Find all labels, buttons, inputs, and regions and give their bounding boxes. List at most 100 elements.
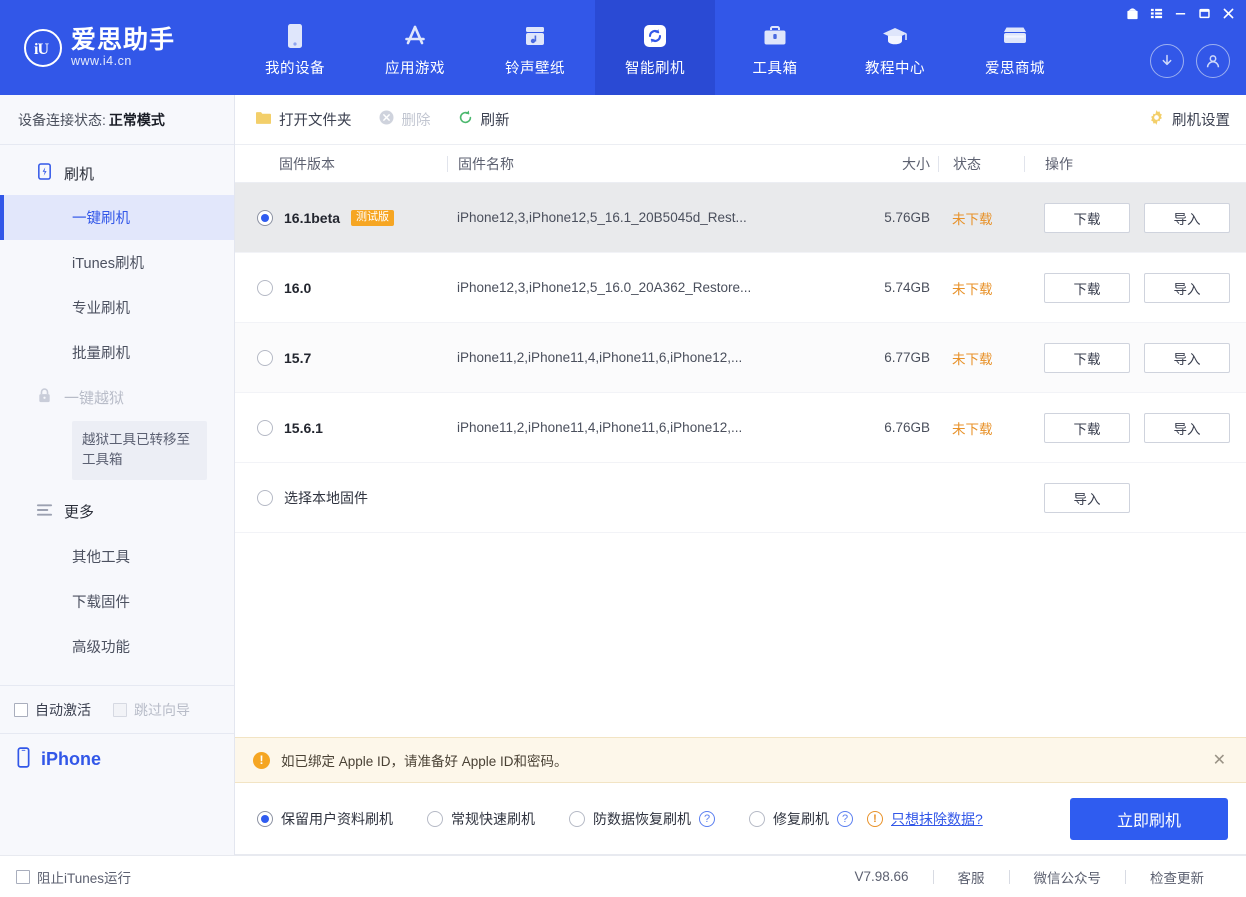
option-normal-fast-flash[interactable]: 常规快速刷机 xyxy=(427,809,535,829)
beta-badge: 测试版 xyxy=(351,210,394,226)
row-radio[interactable] xyxy=(257,280,273,296)
column-header-name: 固件名称 xyxy=(447,156,842,172)
sidebar-item-download-firmware[interactable]: 下载固件 xyxy=(0,579,234,624)
import-button[interactable]: 导入 xyxy=(1144,343,1230,373)
flash-now-button[interactable]: 立即刷机 xyxy=(1070,798,1228,840)
main-content: 打开文件夹 删除 刷新 xyxy=(235,95,1246,855)
import-button[interactable]: 导入 xyxy=(1144,203,1230,233)
flash-settings-button[interactable]: 刷机设置 xyxy=(1148,109,1230,130)
column-header-version: 固件版本 xyxy=(235,154,447,174)
sidebar-item-one-key-flash[interactable]: 一键刷机 xyxy=(0,195,234,240)
sidebar-group-flash[interactable]: 刷机 xyxy=(0,151,234,195)
table-row[interactable]: 15.6.1 iPhone11,2,iPhone11,4,iPhone11,6,… xyxy=(235,393,1246,463)
row-radio[interactable] xyxy=(257,350,273,366)
maximize-icon[interactable] xyxy=(1192,2,1216,24)
open-folder-button[interactable]: 打开文件夹 xyxy=(255,109,352,130)
folder-icon xyxy=(255,110,272,129)
sidebar-item-label: 高级功能 xyxy=(72,636,130,657)
close-icon[interactable] xyxy=(1216,2,1240,24)
toolbox-icon xyxy=(761,22,789,50)
download-button[interactable]: 下载 xyxy=(1044,273,1130,303)
connected-device-iphone[interactable]: iPhone xyxy=(0,733,234,785)
refresh-button[interactable]: 刷新 xyxy=(457,109,510,130)
row-size: 6.76GB xyxy=(842,420,938,435)
row-version-cell: 15.6.1 xyxy=(235,420,447,436)
delete-label: 删除 xyxy=(402,109,431,130)
row-ops: 下载 导入 xyxy=(1024,413,1246,443)
svg-text:iU: iU xyxy=(34,41,49,58)
row-radio[interactable] xyxy=(257,210,273,226)
row-version: 16.1beta xyxy=(284,210,340,226)
nav-tab-ringtone-wallpaper[interactable]: 铃声壁纸 xyxy=(475,0,595,95)
gift-icon[interactable] xyxy=(1120,2,1144,24)
table-row[interactable]: 16.0 iPhone12,3,iPhone12,5_16.0_20A362_R… xyxy=(235,253,1246,323)
sidebar-group-more[interactable]: 更多 xyxy=(0,490,234,534)
erase-data-hint[interactable]: ! 只想抹除数据? xyxy=(867,809,983,829)
download-button[interactable]: 下载 xyxy=(1044,413,1130,443)
check-update-link[interactable]: 检查更新 xyxy=(1126,867,1228,887)
nav-tab-store[interactable]: 爱思商城 xyxy=(955,0,1075,95)
nav-tab-apps-games[interactable]: 应用游戏 xyxy=(355,0,475,95)
sidebar-item-other-tools[interactable]: 其他工具 xyxy=(0,534,234,579)
account-circle-icon[interactable] xyxy=(1196,44,1230,78)
brand: iU 爱思助手 www.i4.cn xyxy=(0,0,235,95)
row-firmware-name: iPhone11,2,iPhone11,4,iPhone11,6,iPhone1… xyxy=(447,420,842,435)
import-button[interactable]: 导入 xyxy=(1044,483,1130,513)
option-radio[interactable] xyxy=(569,811,585,827)
brand-name: 爱思助手 xyxy=(71,27,175,53)
i4-logo-icon: iU xyxy=(24,29,62,67)
apple-id-notice: ! 如已绑定 Apple ID，请准备好 Apple ID和密码。 ✕ xyxy=(235,737,1246,783)
refresh-label: 刷新 xyxy=(481,109,510,130)
menu-list-icon[interactable] xyxy=(1144,2,1168,24)
sidebar-item-pro-flash[interactable]: 专业刷机 xyxy=(0,285,234,330)
close-icon[interactable]: ✕ xyxy=(1209,750,1230,770)
option-anti-recovery-flash[interactable]: 防数据恢复刷机 ? xyxy=(569,809,715,829)
download-button[interactable]: 下载 xyxy=(1044,203,1130,233)
customer-service-link[interactable]: 客服 xyxy=(934,867,1009,887)
import-button[interactable]: 导入 xyxy=(1144,413,1230,443)
import-button[interactable]: 导入 xyxy=(1144,273,1230,303)
sidebar-item-label: 下载固件 xyxy=(72,591,130,612)
nav-tab-toolbox[interactable]: 工具箱 xyxy=(715,0,835,95)
help-icon[interactable]: ? xyxy=(699,811,715,827)
firmware-table-header: 固件版本 固件名称 大小 状态 操作 xyxy=(235,145,1246,183)
device-status-value: 正常模式 xyxy=(109,110,165,130)
minimize-icon[interactable] xyxy=(1168,2,1192,24)
app-version: V7.98.66 xyxy=(830,869,932,884)
sidebar-item-label: 一键刷机 xyxy=(72,207,130,228)
device-name: iPhone xyxy=(41,749,101,770)
store-icon xyxy=(1001,22,1029,50)
sidebar-nav: 刷机 一键刷机 iTunes刷机 专业刷机 批量刷机 xyxy=(0,145,234,685)
sidebar-item-advanced[interactable]: 高级功能 xyxy=(0,624,234,669)
nav-tab-smart-flash[interactable]: 智能刷机 xyxy=(595,0,715,95)
option-keep-user-data[interactable]: 保留用户资料刷机 xyxy=(257,809,393,829)
nav-tab-my-device[interactable]: 我的设备 xyxy=(235,0,355,95)
option-radio[interactable] xyxy=(427,811,443,827)
checkbox-block-itunes[interactable]: 阻止iTunes运行 xyxy=(16,867,131,887)
row-state: 未下载 xyxy=(938,208,1024,228)
table-row[interactable]: 16.1beta 测试版 iPhone12,3,iPhone12,5_16.1_… xyxy=(235,183,1246,253)
nav-tab-tutorial-center[interactable]: 教程中心 xyxy=(835,0,955,95)
brand-url: www.i4.cn xyxy=(71,54,175,68)
row-size: 6.77GB xyxy=(842,350,938,365)
row-radio[interactable] xyxy=(257,420,273,436)
option-repair-flash[interactable]: 修复刷机 ? xyxy=(749,809,853,829)
download-circle-icon[interactable] xyxy=(1150,44,1184,78)
checkbox-auto-activate[interactable]: 自动激活 xyxy=(14,700,91,720)
download-button[interactable]: 下载 xyxy=(1044,343,1130,373)
help-icon[interactable]: ? xyxy=(837,811,853,827)
option-radio[interactable] xyxy=(749,811,765,827)
option-label: 修复刷机 xyxy=(773,809,829,829)
table-row-local-firmware[interactable]: 选择本地固件 导入 xyxy=(235,463,1246,533)
wechat-official-link[interactable]: 微信公众号 xyxy=(1010,867,1126,887)
sidebar-item-itunes-flash[interactable]: iTunes刷机 xyxy=(0,240,234,285)
row-radio[interactable] xyxy=(257,490,273,506)
checkbox-skip-wizard[interactable]: 跳过向导 xyxy=(113,700,190,720)
erase-data-link[interactable]: 只想抹除数据? xyxy=(891,809,983,829)
row-firmware-name: iPhone11,2,iPhone11,4,iPhone11,6,iPhone1… xyxy=(447,350,842,365)
app-header: iU 爱思助手 www.i4.cn 我的设备 应用游戏 xyxy=(0,0,1246,95)
firmware-table-body: 16.1beta 测试版 iPhone12,3,iPhone12,5_16.1_… xyxy=(235,183,1246,737)
option-radio[interactable] xyxy=(257,811,273,827)
sidebar-item-batch-flash[interactable]: 批量刷机 xyxy=(0,330,234,375)
table-row[interactable]: 15.7 iPhone11,2,iPhone11,4,iPhone11,6,iP… xyxy=(235,323,1246,393)
